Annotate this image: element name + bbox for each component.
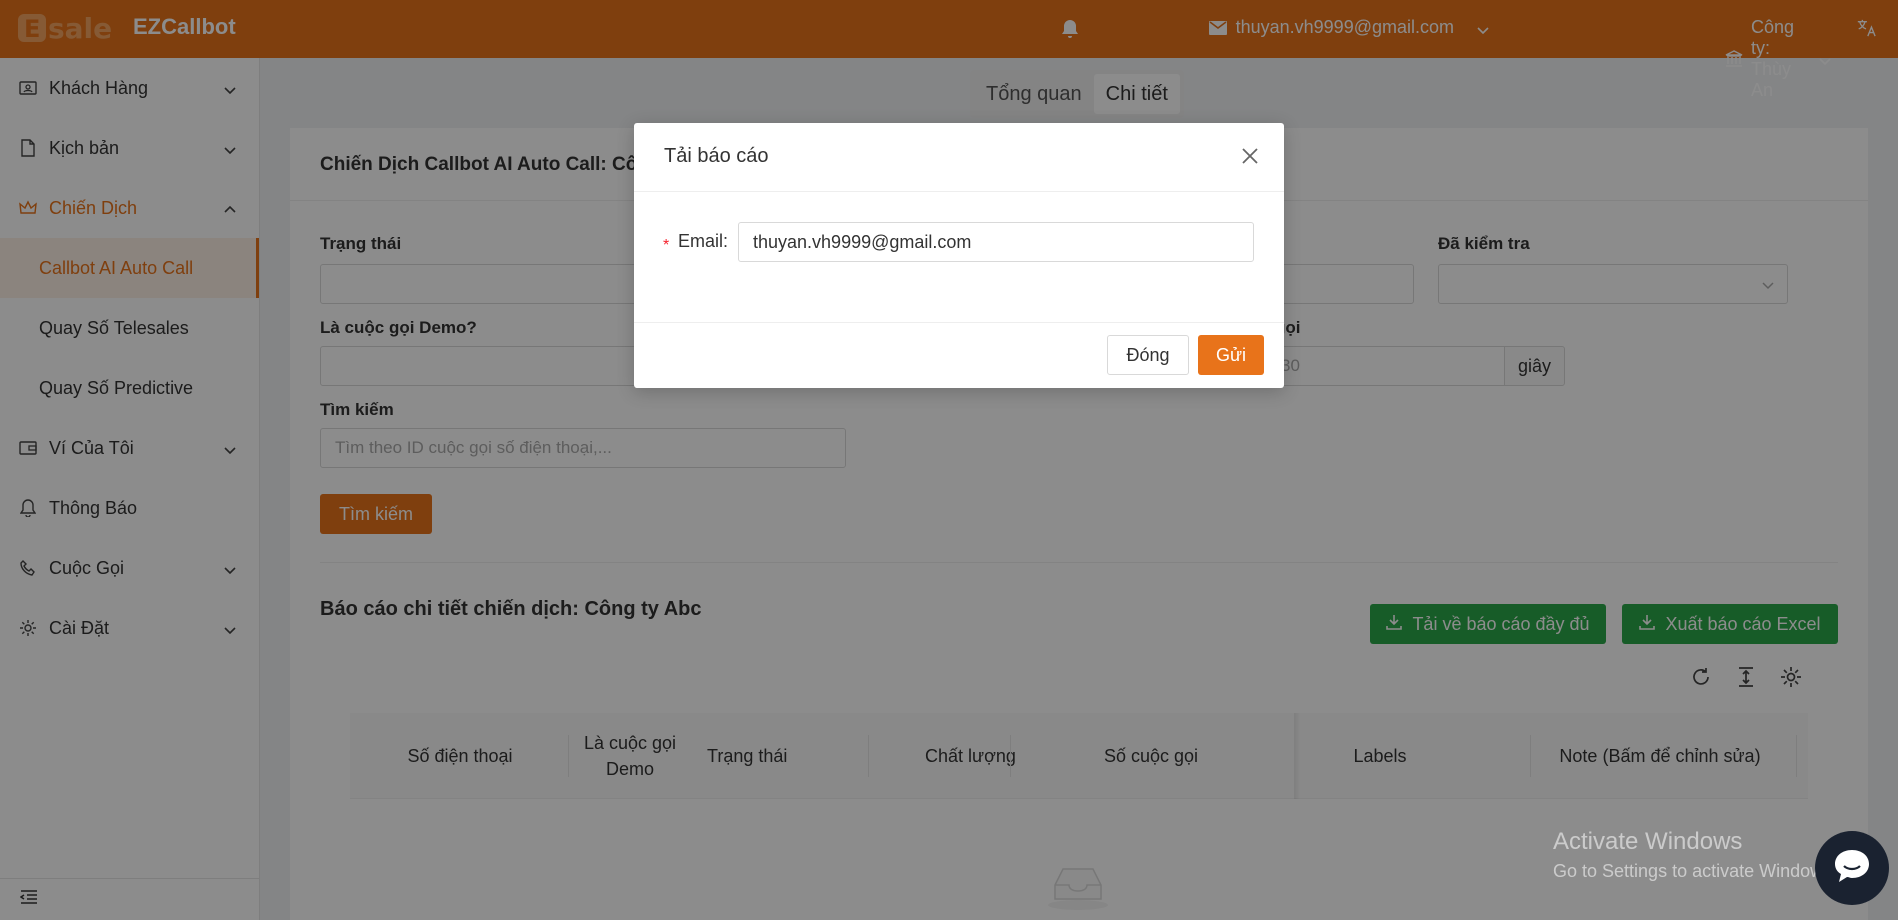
close-button[interactable]: Đóng bbox=[1107, 335, 1189, 375]
divider bbox=[634, 322, 1284, 323]
chat-widget-button[interactable] bbox=[1815, 831, 1889, 905]
activate-windows-subtitle: Go to Settings to activate Windows. bbox=[1553, 861, 1838, 881]
send-button[interactable]: Gửi bbox=[1198, 335, 1264, 375]
download-report-modal: Tải báo cáo * Email: thuyan.vh9999@gmail… bbox=[634, 123, 1284, 388]
chat-icon bbox=[1832, 847, 1872, 890]
email-field[interactable]: thuyan.vh9999@gmail.com bbox=[738, 222, 1254, 262]
activate-windows-title: Activate Windows bbox=[1553, 828, 1743, 855]
close-icon[interactable] bbox=[1240, 146, 1260, 166]
email-label: Email: bbox=[678, 231, 729, 251]
required-marker: * bbox=[663, 237, 670, 254]
divider bbox=[634, 191, 1284, 192]
modal-title: Tải báo cáo bbox=[664, 145, 769, 167]
email-label-text: Email bbox=[678, 231, 724, 251]
